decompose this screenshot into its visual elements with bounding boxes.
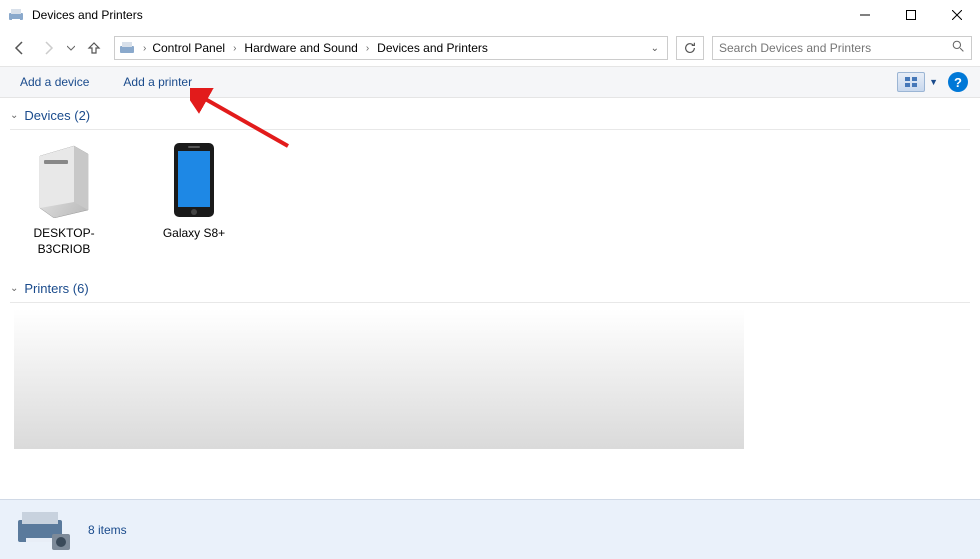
devices-group-title: Devices (2) [24, 108, 90, 123]
printers-group: ⌄ Printers (6) [10, 275, 970, 449]
device-item-desktop[interactable]: DESKTOP-B3CRIOB [14, 140, 114, 257]
chevron-right-icon[interactable]: › [141, 43, 148, 54]
status-item-count: 8 items [88, 523, 127, 537]
devices-group-header[interactable]: ⌄ Devices (2) [10, 102, 970, 130]
maximize-button[interactable] [888, 0, 934, 30]
crumb-control-panel[interactable]: Control Panel [148, 39, 229, 57]
status-bar: 8 items [0, 499, 980, 559]
printers-group-header[interactable]: ⌄ Printers (6) [10, 275, 970, 303]
view-dropdown[interactable]: ▼ [929, 77, 938, 87]
help-button[interactable]: ? [948, 72, 968, 92]
chevron-down-icon: ⌄ [10, 110, 18, 121]
devices-printers-icon [8, 7, 24, 23]
titlebar: Devices and Printers [0, 0, 980, 30]
printers-group-title: Printers (6) [24, 281, 88, 296]
up-button[interactable] [82, 36, 106, 60]
forward-button[interactable] [36, 36, 60, 60]
navbar: › Control Panel › Hardware and Sound › D… [0, 30, 980, 66]
crumb-hardware-sound[interactable]: Hardware and Sound [240, 39, 361, 57]
search-input[interactable] [719, 41, 952, 55]
search-icon[interactable] [952, 40, 965, 56]
content-area: ⌄ Devices (2) DESKTOP-B3CRIOB [0, 98, 980, 498]
view-options-button[interactable] [897, 72, 925, 92]
chevron-right-icon[interactable]: › [364, 43, 371, 54]
window-controls [842, 0, 980, 30]
window-title: Devices and Printers [32, 8, 842, 22]
minimize-button[interactable] [842, 0, 888, 30]
chevron-down-icon: ⌄ [10, 283, 18, 294]
printers-area [14, 309, 744, 449]
add-device-link[interactable]: Add a device [12, 69, 97, 95]
address-dropdown[interactable]: ⌄ [647, 43, 663, 54]
add-printer-link[interactable]: Add a printer [115, 69, 200, 95]
close-button[interactable] [934, 0, 980, 30]
control-panel-icon [119, 40, 135, 56]
crumb-devices-printers[interactable]: Devices and Printers [373, 39, 492, 57]
search-box[interactable] [712, 36, 972, 60]
device-item-phone[interactable]: Galaxy S8+ [144, 140, 244, 257]
refresh-button[interactable] [676, 36, 704, 60]
address-bar[interactable]: › Control Panel › Hardware and Sound › D… [114, 36, 668, 60]
breadcrumb: Control Panel › Hardware and Sound › Dev… [148, 39, 646, 57]
devices-group: ⌄ Devices (2) DESKTOP-B3CRIOB [10, 102, 970, 267]
devices-category-icon [16, 508, 72, 552]
recent-dropdown[interactable] [64, 36, 78, 60]
toolbar: Add a device Add a printer ▼ ? [0, 66, 980, 98]
pc-tower-icon [29, 140, 99, 220]
device-label: DESKTOP-B3CRIOB [14, 226, 114, 257]
smartphone-icon [159, 140, 229, 220]
device-label: Galaxy S8+ [144, 226, 244, 242]
back-button[interactable] [8, 36, 32, 60]
chevron-right-icon[interactable]: › [231, 43, 238, 54]
